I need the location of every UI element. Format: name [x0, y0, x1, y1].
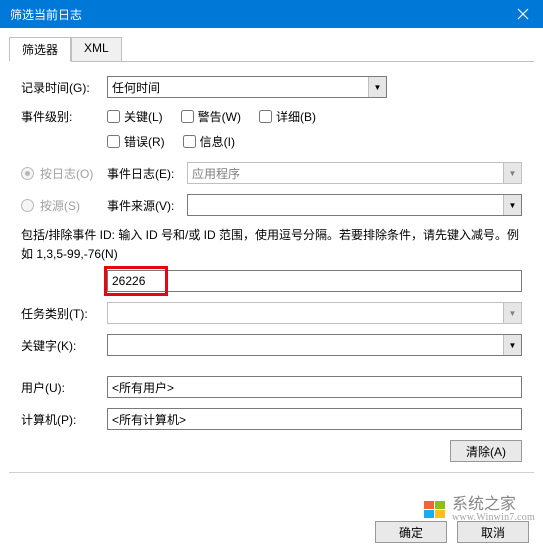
dialog-buttons: 确定 取消	[375, 521, 529, 543]
critical-label: 关键(L)	[124, 108, 163, 125]
chevron-down-icon: ▼	[503, 335, 521, 355]
clear-button[interactable]: 清除(A)	[450, 440, 522, 462]
bysource-label: 按源(S)	[40, 197, 80, 214]
logged-label: 记录时间(G):	[21, 79, 107, 96]
eventsource-dropdown[interactable]: ▼	[187, 194, 522, 216]
watermark: 系统之家 www.Winwin7.com	[424, 497, 535, 523]
tabs: 筛选器 XML	[9, 36, 534, 62]
bylog-radio: 按日志(O)	[21, 165, 107, 182]
verbose-checkbox[interactable]: 详细(B)	[259, 108, 316, 125]
chevron-down-icon: ▼	[368, 77, 386, 97]
close-button[interactable]	[503, 0, 543, 28]
tab-xml[interactable]: XML	[71, 37, 122, 62]
verbose-label: 详细(B)	[276, 108, 316, 125]
warning-checkbox[interactable]: 警告(W)	[181, 108, 241, 125]
chevron-down-icon: ▼	[503, 163, 521, 183]
task-dropdown: ▼	[107, 302, 522, 324]
logged-value: 任何时间	[112, 79, 160, 96]
watermark-brand: 系统之家	[452, 497, 535, 513]
eventsource-label: 事件来源(V):	[107, 197, 187, 214]
id-help-text: 包括/排除事件 ID: 输入 ID 号和/或 ID 范围，使用逗号分隔。若要排除…	[21, 226, 522, 264]
info-label: 信息(I)	[200, 133, 235, 150]
warning-label: 警告(W)	[198, 108, 241, 125]
computer-input[interactable]: <所有计算机>	[107, 408, 522, 430]
error-label: 错误(R)	[124, 133, 165, 150]
user-label: 用户(U):	[21, 379, 107, 396]
keyword-label: 关键字(K):	[21, 337, 107, 354]
eventlog-value: 应用程序	[192, 165, 240, 182]
cancel-button[interactable]: 取消	[457, 521, 529, 543]
computer-value: <所有计算机>	[112, 411, 186, 428]
event-id-value: 26226	[112, 274, 145, 288]
level-label: 事件级别:	[21, 108, 107, 125]
user-value: <所有用户>	[112, 379, 174, 396]
bylog-label: 按日志(O)	[40, 165, 93, 182]
user-input[interactable]: <所有用户>	[107, 376, 522, 398]
title-bar: 筛选当前日志	[0, 0, 543, 28]
ok-button[interactable]: 确定	[375, 521, 447, 543]
keyword-dropdown[interactable]: ▼	[107, 334, 522, 356]
bysource-radio: 按源(S)	[21, 197, 107, 214]
critical-checkbox[interactable]: 关键(L)	[107, 108, 163, 125]
task-label: 任务类别(T):	[21, 305, 107, 322]
error-checkbox[interactable]: 错误(R)	[107, 133, 165, 150]
chevron-down-icon: ▼	[503, 195, 521, 215]
chevron-down-icon: ▼	[503, 303, 521, 323]
tab-filter[interactable]: 筛选器	[9, 37, 71, 62]
eventlog-dropdown: 应用程序 ▼	[187, 162, 522, 184]
computer-label: 计算机(P):	[21, 411, 107, 428]
logged-dropdown[interactable]: 任何时间 ▼	[107, 76, 387, 98]
filter-panel: 记录时间(G): 任何时间 ▼ 事件级别: 关键(L) 警告(W) 详细(B) …	[9, 62, 534, 472]
windows-logo-icon	[424, 501, 446, 519]
eventlog-label: 事件日志(E):	[107, 165, 187, 182]
event-id-input[interactable]: 26226	[107, 270, 522, 292]
info-checkbox[interactable]: 信息(I)	[183, 133, 235, 150]
window-title: 筛选当前日志	[10, 6, 503, 23]
